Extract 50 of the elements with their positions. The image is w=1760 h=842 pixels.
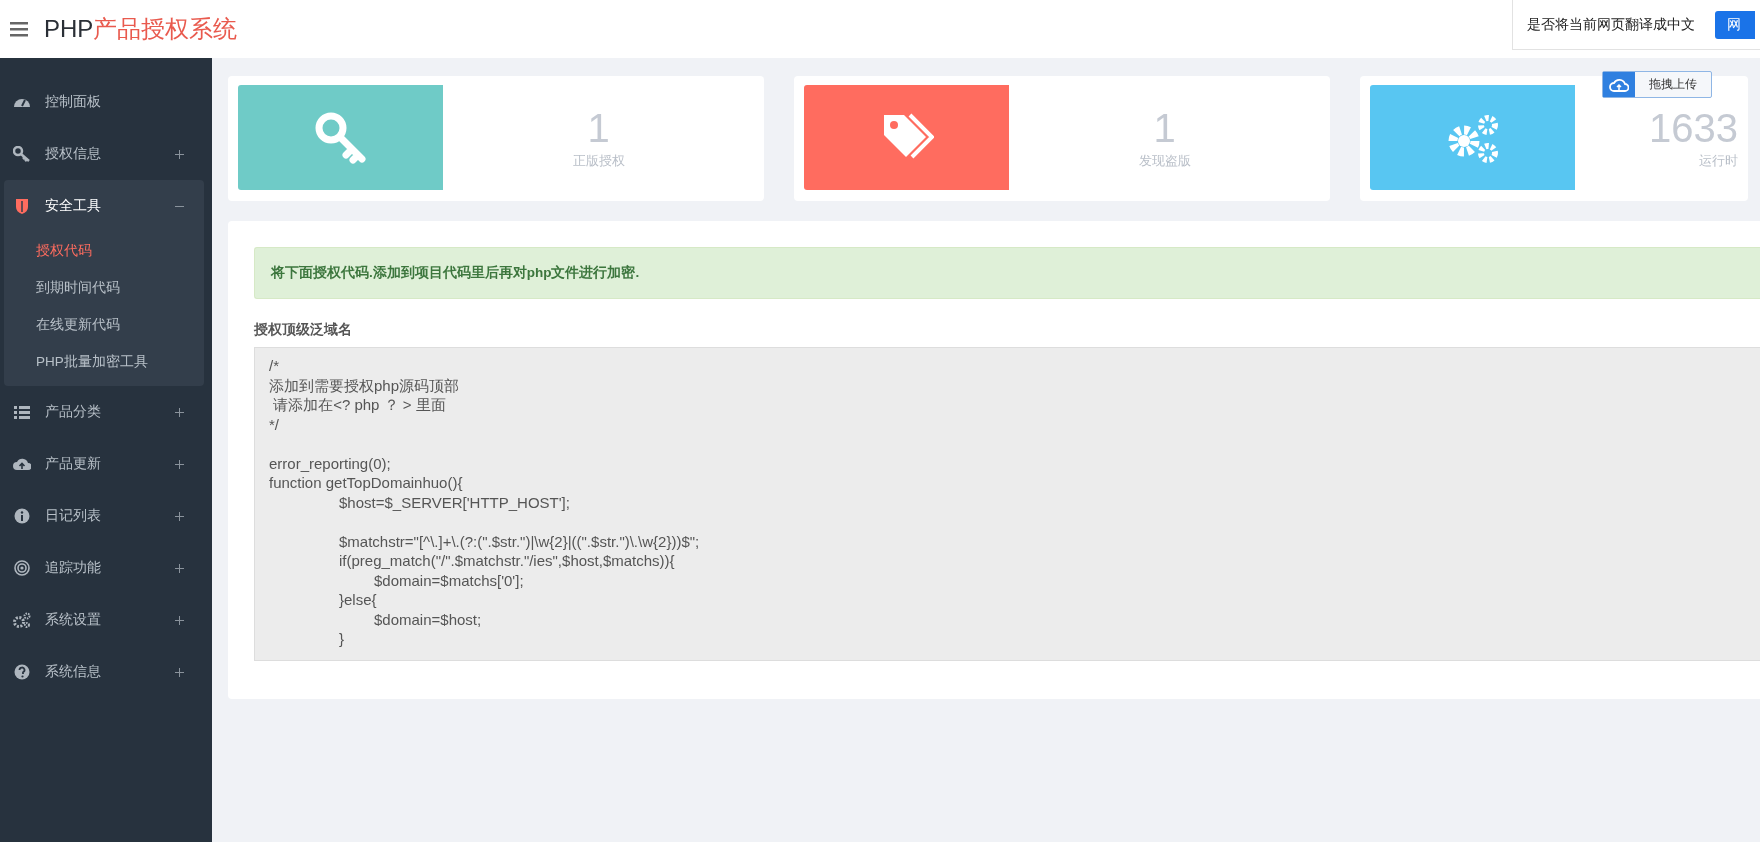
sidebar-item[interactable]: 日记列表 [4,490,204,542]
target-icon [13,560,31,576]
help-icon [13,664,31,680]
translate-button[interactable]: 网 [1715,10,1755,39]
code-field[interactable] [254,347,1760,661]
sidebar-item[interactable]: 追踪功能 [4,542,204,594]
sidebar-item[interactable]: 控制面板 [4,76,204,128]
gears-icon [13,612,31,628]
code-line: 添加到需要授权php源码顶部 [269,375,461,395]
cloud-upload-icon [1609,77,1629,92]
info-icon [13,508,31,524]
code-line: */ [269,414,280,434]
menu-icon[interactable] [10,21,28,37]
code-line: $domain=$host; [373,609,483,629]
sidebar-item[interactable]: 安全工具 [4,180,204,232]
code-line: $domain=$matchs['0']; [373,570,525,590]
translate-prompt: 是否将当前网页翻译成中文 [1527,15,1695,34]
cloud-upload-icon [13,456,31,472]
sidebar-item[interactable]: 产品分类 [4,386,204,438]
stat-value: 1 [587,107,610,148]
code-line: $matchstr="[^\.]+\.(?:(".$str.")|\w{2}|((".$str.")\.\w{2}))$"; [338,531,701,551]
sidebar-item[interactable]: 系统设置 [4,594,204,646]
key-icon [313,110,368,165]
upload-button[interactable]: 拖拽上传 [1602,71,1712,98]
stat-value: 1 [1153,107,1176,148]
code-line: $host=$_SERVER['HTTP_HOST']; [338,492,571,512]
app-title: PHP产品授权系统 [44,14,238,44]
stat-value: 1633 [1649,107,1738,148]
code-line: /* [269,356,280,376]
stat-label: 正版授权 [572,151,625,170]
submenu-item[interactable]: 在线更新代码 [4,306,204,343]
sidebar-item[interactable]: 系统信息 [4,646,204,698]
code-line: } [338,629,345,649]
sidebar-item[interactable]: 授权信息 [4,128,204,180]
list-icon [13,404,31,420]
stat-label: 发现盗版 [1138,151,1191,170]
submenu-item[interactable]: 授权代码 [4,232,204,269]
shield-icon [13,198,31,214]
info-alert: 将下面授权代码.添加到项目代码里后再对php文件进行加密. [254,247,1760,299]
field-label: 授权顶级泛域名 [254,321,353,339]
code-line: function getTopDomainhuo(){ [269,473,464,493]
code-line: if(preg_match("/".$matchstr."/ies",$host,$matchs)){ [338,551,676,571]
key-icon [13,146,31,162]
submenu-item[interactable]: PHP批量加密工具 [4,343,204,380]
code-line: 请添加在<? php ？ > 里面 [272,395,447,415]
stat-label: 运行时 [1699,151,1738,170]
code-line: }else{ [338,590,378,610]
submenu-item[interactable]: 到期时间代码 [4,269,204,306]
sidebar-item[interactable]: 产品更新 [4,438,204,490]
code-line: error_reporting(0); [269,453,392,473]
